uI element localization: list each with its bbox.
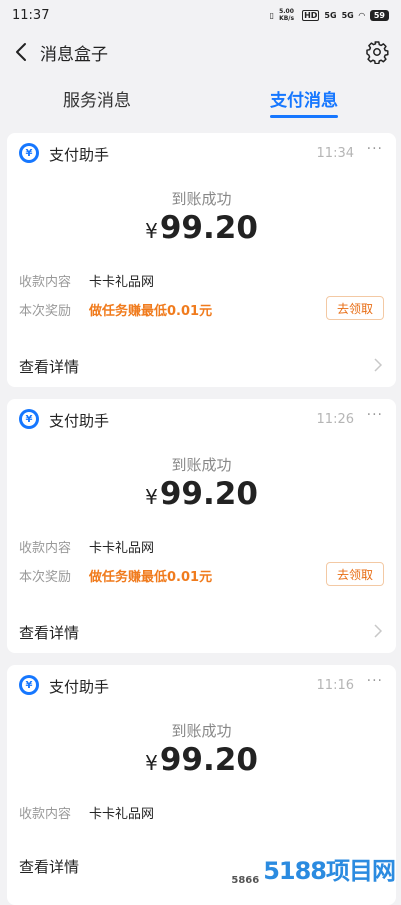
gear-icon <box>366 41 389 65</box>
message-time: 11:16 <box>316 678 354 693</box>
active-tab-indicator <box>270 115 338 118</box>
status-icons: ▯ 5.00 KB/s HD 5G 5G ◠ 59 <box>270 8 389 22</box>
view-details-link[interactable]: 查看详情 <box>19 856 79 877</box>
tab-bar: 服务消息 支付消息 <box>0 74 401 122</box>
watermark-logo: 5188项目网 <box>263 857 396 885</box>
battery-icon: 59 <box>369 9 389 21</box>
settings-button[interactable] <box>365 40 389 65</box>
payment-assistant-icon: ¥ <box>19 409 39 429</box>
vibrate-icon: ▯ <box>269 10 275 20</box>
chevron-right-icon <box>374 358 383 372</box>
message-card[interactable]: ¥ 支付助手 11:26 ··· 到账成功 ¥99.20 收款内容 卡卡礼品网 … <box>7 399 396 653</box>
currency-symbol: ¥ <box>145 751 158 775</box>
status-text: 到账成功 <box>171 456 232 474</box>
message-card[interactable]: ¥ 支付助手 11:34 ··· 到账成功 ¥99.20 收款内容 卡卡礼品网 … <box>7 133 396 387</box>
app-name: 支付助手 <box>49 678 110 696</box>
back-button[interactable] <box>10 40 34 64</box>
card-header: ¥ 支付助手 11:26 ··· <box>7 399 396 439</box>
signal-5g-2: 5G <box>341 10 354 20</box>
status-text: 到账成功 <box>171 190 232 208</box>
receipt-content-label: 收款内容 <box>19 807 72 822</box>
card-header: ¥ 支付助手 11:34 ··· <box>7 133 396 173</box>
app-name: 支付助手 <box>49 146 110 164</box>
claim-button[interactable]: 去领取 <box>326 562 384 586</box>
back-arrow-icon <box>16 43 26 61</box>
wifi-icon: ◠ <box>358 10 365 20</box>
status-text: 到账成功 <box>171 722 232 740</box>
status-bar: 11:37 ▯ 5.00 KB/s HD 5G 5G ◠ 59 <box>0 0 401 30</box>
more-options-icon[interactable]: ··· <box>367 407 383 423</box>
message-time: 11:26 <box>316 412 354 427</box>
receipt-content-value: 卡卡礼品网 <box>89 807 155 822</box>
currency-symbol: ¥ <box>145 485 158 509</box>
receipt-content-value: 卡卡礼品网 <box>89 541 155 556</box>
more-options-icon[interactable]: ··· <box>367 141 383 157</box>
chevron-right-icon <box>374 624 383 638</box>
tab-payment-messages[interactable]: 支付消息 <box>270 86 338 111</box>
amount: ¥99.20 <box>7 742 396 778</box>
status-time: 11:37 <box>12 7 50 23</box>
payment-assistant-icon: ¥ <box>19 143 39 163</box>
receipt-content-value: 卡卡礼品网 <box>89 275 155 290</box>
card-header: ¥ 支付助手 11:16 ··· <box>7 665 396 705</box>
amount-value: 99.20 <box>159 210 258 246</box>
receipt-content-label: 收款内容 <box>19 275 72 290</box>
view-details-link[interactable]: 查看详情 <box>19 356 79 377</box>
currency-symbol: ¥ <box>145 219 158 243</box>
message-time: 11:34 <box>316 146 354 161</box>
more-options-icon[interactable]: ··· <box>367 673 383 689</box>
amount-value: 99.20 <box>159 476 258 512</box>
net-speed: 5.00 KB/s <box>279 8 295 22</box>
signal-5g-1: 5G <box>324 10 337 20</box>
amount: ¥99.20 <box>7 210 396 246</box>
watermark: 5866 5188项目网 <box>221 850 401 890</box>
reward-label: 本次奖励 <box>19 304 72 319</box>
page-title: 消息盒子 <box>40 44 108 65</box>
reward-value[interactable]: 做任务赚最低0.01元 <box>89 300 212 319</box>
claim-button[interactable]: 去领取 <box>326 296 384 320</box>
amount-value: 99.20 <box>159 742 258 778</box>
reward-value[interactable]: 做任务赚最低0.01元 <box>89 566 212 585</box>
receipt-content-label: 收款内容 <box>19 541 72 556</box>
app-name: 支付助手 <box>49 412 110 430</box>
watermark-small-text: 5866 <box>231 875 260 886</box>
header: 消息盒子 <box>0 30 401 74</box>
view-details-link[interactable]: 查看详情 <box>19 622 79 643</box>
tab-service-messages[interactable]: 服务消息 <box>63 86 131 111</box>
reward-label: 本次奖励 <box>19 570 72 585</box>
amount: ¥99.20 <box>7 476 396 512</box>
payment-assistant-icon: ¥ <box>19 675 39 695</box>
hd-badge: HD <box>302 9 320 21</box>
